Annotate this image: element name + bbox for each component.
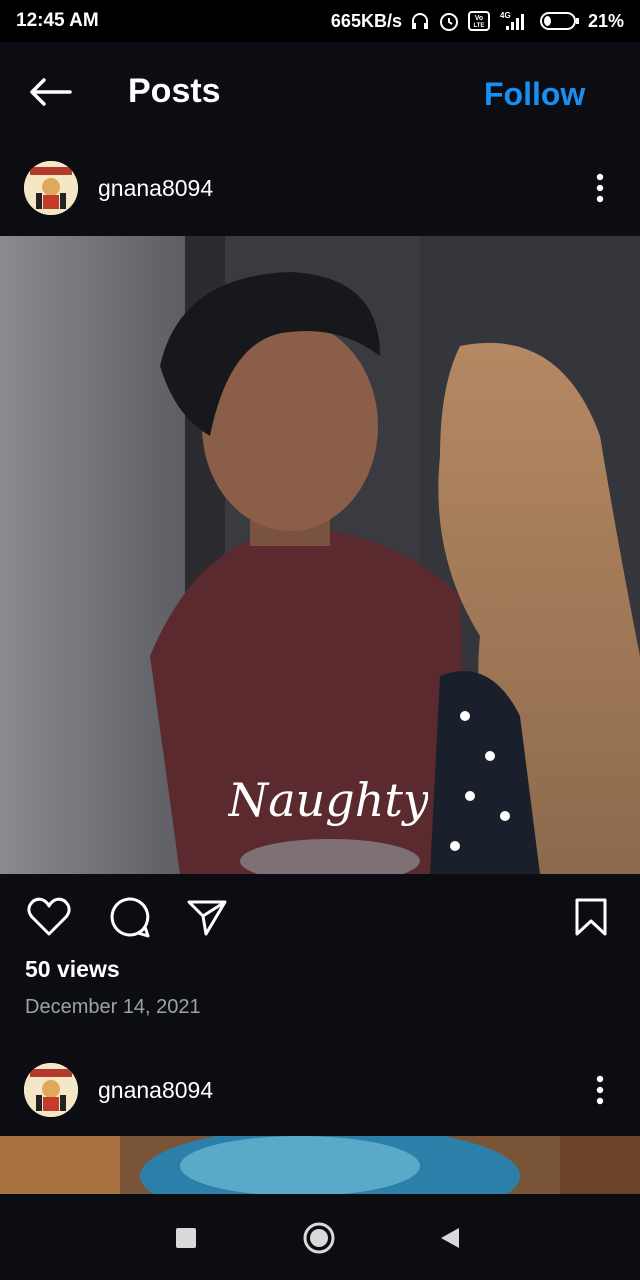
circle-icon xyxy=(303,1222,335,1254)
more-options-button[interactable] xyxy=(585,168,615,208)
post-video[interactable]: Naughty xyxy=(0,236,640,874)
watermark-text: Naughty xyxy=(228,773,428,827)
follow-button[interactable]: Follow xyxy=(484,76,585,113)
post-username[interactable]: gnana8094 xyxy=(98,175,213,202)
signal-icon: 4G xyxy=(498,10,532,32)
back-arrow-icon xyxy=(30,78,72,106)
save-button[interactable] xyxy=(568,894,614,940)
media-preview xyxy=(0,1136,640,1194)
system-nav-bar xyxy=(0,1194,640,1280)
battery-icon xyxy=(539,11,580,31)
post-header: gnana8094 xyxy=(0,142,640,234)
post-image[interactable] xyxy=(0,1136,640,1194)
page-title: Posts xyxy=(128,72,221,110)
triangle-back-icon xyxy=(441,1228,459,1248)
top-bar: Posts Follow xyxy=(0,42,640,142)
status-right: 665KB/s Vo LTE 4G 21% xyxy=(331,10,624,32)
svg-text:LTE: LTE xyxy=(474,23,485,29)
more-vertical-icon xyxy=(596,173,604,203)
volte-icon: Vo LTE xyxy=(467,11,490,31)
bookmark-icon xyxy=(575,898,607,936)
svg-text:4G: 4G xyxy=(500,11,511,20)
send-icon xyxy=(187,900,227,936)
recents-button[interactable] xyxy=(164,1216,208,1260)
svg-text:Vo: Vo xyxy=(475,15,483,22)
back-button[interactable] xyxy=(24,70,76,114)
post-username[interactable]: gnana8094 xyxy=(98,1077,213,1104)
like-button[interactable] xyxy=(26,894,72,940)
view-count[interactable]: 50 views xyxy=(25,956,120,983)
battery-percent: 21% xyxy=(587,10,624,31)
heart-icon xyxy=(27,897,71,936)
back-nav-button[interactable] xyxy=(428,1216,472,1260)
status-time: 12:45 AM xyxy=(16,10,99,31)
naughty-watermark: Naughty xyxy=(228,773,428,827)
post-date: December 14, 2021 xyxy=(25,996,201,1018)
post-actions xyxy=(0,876,640,956)
more-options-button[interactable] xyxy=(585,1070,615,1110)
comment-button[interactable] xyxy=(106,894,152,940)
avatar[interactable] xyxy=(24,1063,78,1117)
headphones-icon xyxy=(410,11,430,31)
more-vertical-icon xyxy=(596,1075,604,1105)
share-button[interactable] xyxy=(184,894,230,940)
status-bar: 12:45 AM 665KB/s Vo LTE 4G 21% xyxy=(0,0,640,42)
home-button[interactable] xyxy=(297,1216,341,1260)
square-icon xyxy=(176,1228,196,1248)
comment-icon xyxy=(110,897,150,938)
post-header: gnana8094 xyxy=(0,1044,640,1136)
network-speed: 665KB/s xyxy=(330,10,402,31)
avatar[interactable] xyxy=(24,161,78,215)
alarm-icon xyxy=(438,10,460,32)
